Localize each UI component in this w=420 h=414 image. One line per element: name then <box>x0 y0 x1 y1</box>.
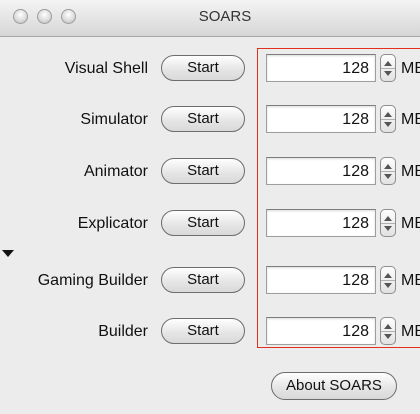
memory-field[interactable]: 128 <box>266 105 376 133</box>
memory-stepper[interactable] <box>380 54 396 82</box>
app-row-explicator: Explicator Start 128 MB <box>0 209 420 239</box>
start-gaming-builder-button[interactable]: Start <box>161 267 245 293</box>
memory-unit: MB <box>401 323 420 340</box>
stepper-up-icon[interactable] <box>384 273 392 278</box>
memory-unit: MB <box>401 111 420 128</box>
soars-window: SOARS Visual Shell Start 128 MB Simulato… <box>0 0 420 414</box>
memory-unit: MB <box>401 60 420 77</box>
start-simulator-button[interactable]: Start <box>161 106 245 132</box>
stepper-up-icon[interactable] <box>384 216 392 221</box>
memory-highlight-box <box>257 48 420 348</box>
stepper-divider <box>381 331 395 332</box>
start-builder-button[interactable]: Start <box>161 318 245 344</box>
stepper-down-icon[interactable] <box>384 334 392 339</box>
app-row-simulator: Simulator Start 128 MB <box>0 105 420 135</box>
memory-field[interactable]: 128 <box>266 209 376 237</box>
memory-unit: MB <box>401 163 420 180</box>
row-label: Visual Shell <box>64 60 148 77</box>
stepper-down-icon[interactable] <box>384 122 392 127</box>
memory-stepper[interactable] <box>380 209 396 237</box>
memory-stepper[interactable] <box>380 157 396 185</box>
stepper-down-icon[interactable] <box>384 283 392 288</box>
stepper-divider <box>381 223 395 224</box>
row-label: Builder <box>98 323 148 340</box>
stepper-down-icon[interactable] <box>384 174 392 179</box>
stepper-up-icon[interactable] <box>384 61 392 66</box>
memory-stepper[interactable] <box>380 105 396 133</box>
memory-unit: MB <box>401 272 420 289</box>
memory-stepper[interactable] <box>380 266 396 294</box>
memory-stepper[interactable] <box>380 317 396 345</box>
stepper-divider <box>381 68 395 69</box>
stepper-down-icon[interactable] <box>384 226 392 231</box>
app-row-builder: Builder Start 128 MB <box>0 317 420 347</box>
app-row-visual-shell: Visual Shell Start 128 MB <box>0 54 420 84</box>
stepper-down-icon[interactable] <box>384 71 392 76</box>
stepper-divider <box>381 171 395 172</box>
start-animator-button[interactable]: Start <box>161 158 245 184</box>
start-visual-shell-button[interactable]: Start <box>161 55 245 81</box>
title-bar: SOARS <box>0 0 420 37</box>
stepper-up-icon[interactable] <box>384 164 392 169</box>
memory-field[interactable]: 128 <box>266 317 376 345</box>
disclosure-triangle-icon[interactable] <box>2 250 14 257</box>
row-label: Explicator <box>77 215 148 232</box>
start-explicator-button[interactable]: Start <box>161 210 245 236</box>
stepper-up-icon[interactable] <box>384 324 392 329</box>
row-label: Simulator <box>80 111 148 128</box>
app-row-animator: Animator Start 128 MB <box>0 157 420 187</box>
about-soars-button[interactable]: About SOARS <box>271 372 397 400</box>
stepper-divider <box>381 280 395 281</box>
window-title: SOARS <box>198 8 252 25</box>
memory-field[interactable]: 128 <box>266 54 376 82</box>
stepper-up-icon[interactable] <box>384 112 392 117</box>
stepper-divider <box>381 119 395 120</box>
memory-unit: MB <box>401 215 420 232</box>
row-label: Animator <box>83 163 148 180</box>
row-label: Gaming Builder <box>37 272 148 289</box>
memory-field[interactable]: 128 <box>266 266 376 294</box>
app-row-gaming-builder: Gaming Builder Start 128 MB <box>0 266 420 296</box>
memory-field[interactable]: 128 <box>266 157 376 185</box>
